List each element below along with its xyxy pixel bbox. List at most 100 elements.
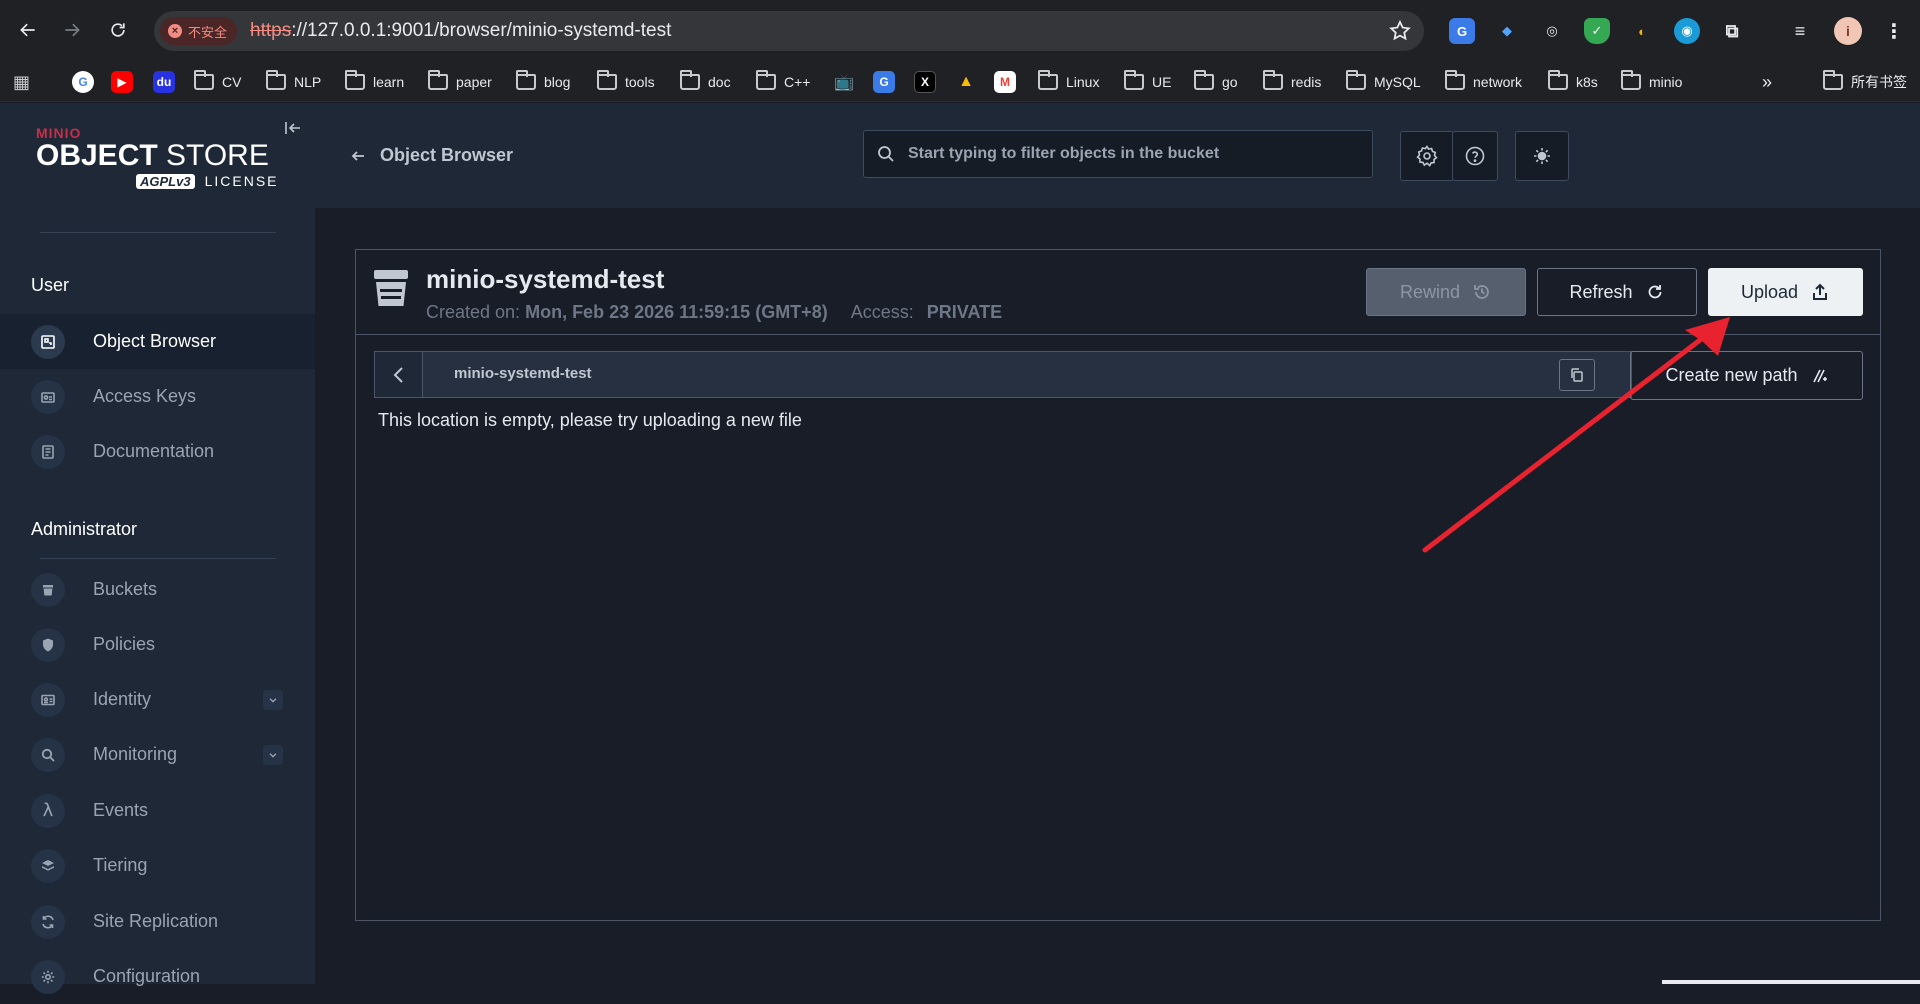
- refresh-button[interactable]: Refresh: [1537, 268, 1697, 316]
- address-bar[interactable]: × 不安全 https://127.0.0.1:9001/browser/min…: [154, 11, 1424, 51]
- logo-title: OBJECT STORE: [36, 139, 269, 172]
- folder-icon: [516, 70, 536, 90]
- bookmark-folder[interactable]: Linux: [1038, 70, 1099, 94]
- bookmark-folder[interactable]: blog: [516, 70, 570, 94]
- settings-button[interactable]: [1400, 131, 1454, 181]
- color-extension-icon[interactable]: ◐: [1629, 18, 1655, 44]
- bookmark-folder[interactable]: doc: [680, 70, 731, 94]
- forward-arrow-icon[interactable]: [56, 14, 88, 46]
- more-menu-icon[interactable]: ⋮: [1881, 18, 1907, 44]
- help-button[interactable]: [1452, 131, 1498, 181]
- apps-grid-icon[interactable]: ▦: [13, 70, 30, 94]
- create-new-path-button[interactable]: Create new path: [1630, 351, 1863, 400]
- spy-extension-icon[interactable]: ◎: [1539, 18, 1565, 44]
- bookmark-folder[interactable]: k8s: [1548, 70, 1598, 94]
- bookmark-folder[interactable]: CV: [194, 70, 241, 94]
- chevron-down-icon[interactable]: [263, 689, 283, 710]
- sidebar-item-monitoring[interactable]: Monitoring: [0, 727, 315, 782]
- back-label: Object Browser: [380, 145, 514, 165]
- media-control-icon[interactable]: ≡: [1787, 18, 1813, 44]
- bookmark-folder[interactable]: NLP: [266, 70, 321, 94]
- sidebar-item-documentation[interactable]: Documentation: [0, 424, 315, 479]
- bookmark-folder[interactable]: go: [1194, 70, 1238, 94]
- sidebar: MINIO OBJECT STORE AGPLv3 LICENSE User Ob…: [0, 103, 315, 994]
- breadcrumb: minio-systemd-test: [374, 351, 1632, 398]
- rewind-button[interactable]: Rewind: [1366, 268, 1526, 316]
- sidebar-item-site-replication[interactable]: Site Replication: [0, 894, 315, 949]
- minio-logo[interactable]: MINIO OBJECT STORE AGPLv3 LICENSE: [36, 125, 279, 189]
- gear-icon: [1416, 145, 1438, 167]
- bucket-icon: [374, 270, 408, 306]
- sidebar-item-tiering[interactable]: Tiering: [0, 838, 315, 893]
- collapse-sidebar-icon[interactable]: [283, 118, 303, 138]
- bookmark-folder[interactable]: tools: [597, 70, 655, 94]
- url-text[interactable]: https://127.0.0.1:9001/browser/minio-sys…: [250, 20, 671, 42]
- bilibili-icon[interactable]: 📺: [833, 71, 855, 93]
- puzzle-extensions-icon[interactable]: ⧉: [1719, 18, 1745, 44]
- security-chip[interactable]: × 不安全: [160, 17, 238, 45]
- bookmark-folder[interactable]: minio: [1621, 70, 1682, 94]
- sun-icon: [1534, 148, 1550, 164]
- sidebar-item-object-browser[interactable]: Object Browser: [0, 314, 315, 369]
- chevron-down-icon[interactable]: [263, 744, 283, 765]
- sidebar-item-configuration[interactable]: Configuration: [0, 949, 315, 1004]
- sidebar-item-policies[interactable]: Policies: [0, 617, 315, 672]
- object-browser-icon: [31, 324, 65, 359]
- breadcrumb-path[interactable]: minio-systemd-test: [454, 365, 592, 382]
- bookmark-folder[interactable]: C++: [756, 70, 810, 94]
- folder-icon: [1548, 70, 1568, 90]
- history-icon: [1474, 285, 1489, 299]
- upload-button[interactable]: Upload: [1708, 268, 1863, 316]
- identity-card-icon: [31, 682, 65, 717]
- google-icon[interactable]: G: [72, 71, 94, 93]
- sidebar-divider: [40, 558, 276, 559]
- bookmark-folder[interactable]: learn: [345, 70, 404, 94]
- reload-icon[interactable]: [102, 14, 134, 46]
- globe-extension-icon[interactable]: ◉: [1674, 18, 1700, 44]
- security-label: 不安全: [188, 25, 228, 41]
- folder-icon: [756, 70, 776, 90]
- back-arrow-icon[interactable]: [12, 14, 44, 46]
- gmail-icon[interactable]: M: [994, 71, 1016, 93]
- sidebar-item-buckets[interactable]: Buckets: [0, 562, 315, 617]
- documentation-icon: [31, 434, 65, 469]
- copy-path-button[interactable]: [1559, 359, 1595, 391]
- back-to-object-browser[interactable]: Object Browser: [350, 145, 513, 166]
- search-box[interactable]: [863, 130, 1373, 178]
- shield-extension-icon[interactable]: ✓: [1584, 18, 1610, 44]
- breadcrumb-back-button[interactable]: [375, 352, 423, 397]
- bookmark-folder[interactable]: MySQL: [1346, 70, 1421, 94]
- bookmark-folder[interactable]: UE: [1124, 70, 1171, 94]
- folder-icon: [1194, 70, 1214, 90]
- sidebar-item-access-keys[interactable]: Access Keys: [0, 369, 315, 424]
- logo-license: LICENSE: [204, 173, 279, 189]
- layers-icon: [31, 848, 65, 883]
- more-bookmarks-icon[interactable]: »: [1762, 70, 1772, 94]
- replication-icon: [31, 904, 65, 939]
- drive-icon[interactable]: ▲: [955, 71, 977, 93]
- translate-bookmark-icon[interactable]: G: [873, 71, 895, 93]
- sidebar-item-events[interactable]: λ Events: [0, 783, 315, 838]
- bookmark-star-icon[interactable]: [1388, 19, 1412, 43]
- search-input[interactable]: [908, 145, 1358, 163]
- bookmark-folder-all[interactable]: 所有书签: [1823, 70, 1907, 94]
- baidu-icon[interactable]: du: [153, 71, 175, 93]
- folder-icon: [194, 70, 214, 90]
- bookmark-folder[interactable]: redis: [1263, 70, 1321, 94]
- monitoring-search-icon: [31, 737, 65, 772]
- page-header: Object Browser: [315, 103, 1920, 208]
- browser-toolbar: × 不安全 https://127.0.0.1:9001/browser/min…: [0, 0, 1920, 62]
- translate-extension-icon[interactable]: G: [1449, 18, 1475, 44]
- theme-toggle-button[interactable]: [1515, 131, 1569, 181]
- youtube-icon[interactable]: ▶: [111, 71, 133, 93]
- gem-extension-icon[interactable]: ◆: [1494, 18, 1520, 44]
- profile-avatar[interactable]: i: [1834, 17, 1862, 45]
- access-value: PRIVATE: [926, 302, 1003, 322]
- arrow-left-icon: [351, 150, 364, 161]
- sidebar-item-identity[interactable]: Identity: [0, 672, 315, 727]
- bookmark-folder[interactable]: paper: [428, 70, 492, 94]
- bookmark-folder[interactable]: network: [1445, 70, 1522, 94]
- sidebar-divider: [40, 232, 276, 233]
- folder-icon: [1621, 70, 1641, 90]
- x-icon[interactable]: X: [914, 71, 936, 93]
